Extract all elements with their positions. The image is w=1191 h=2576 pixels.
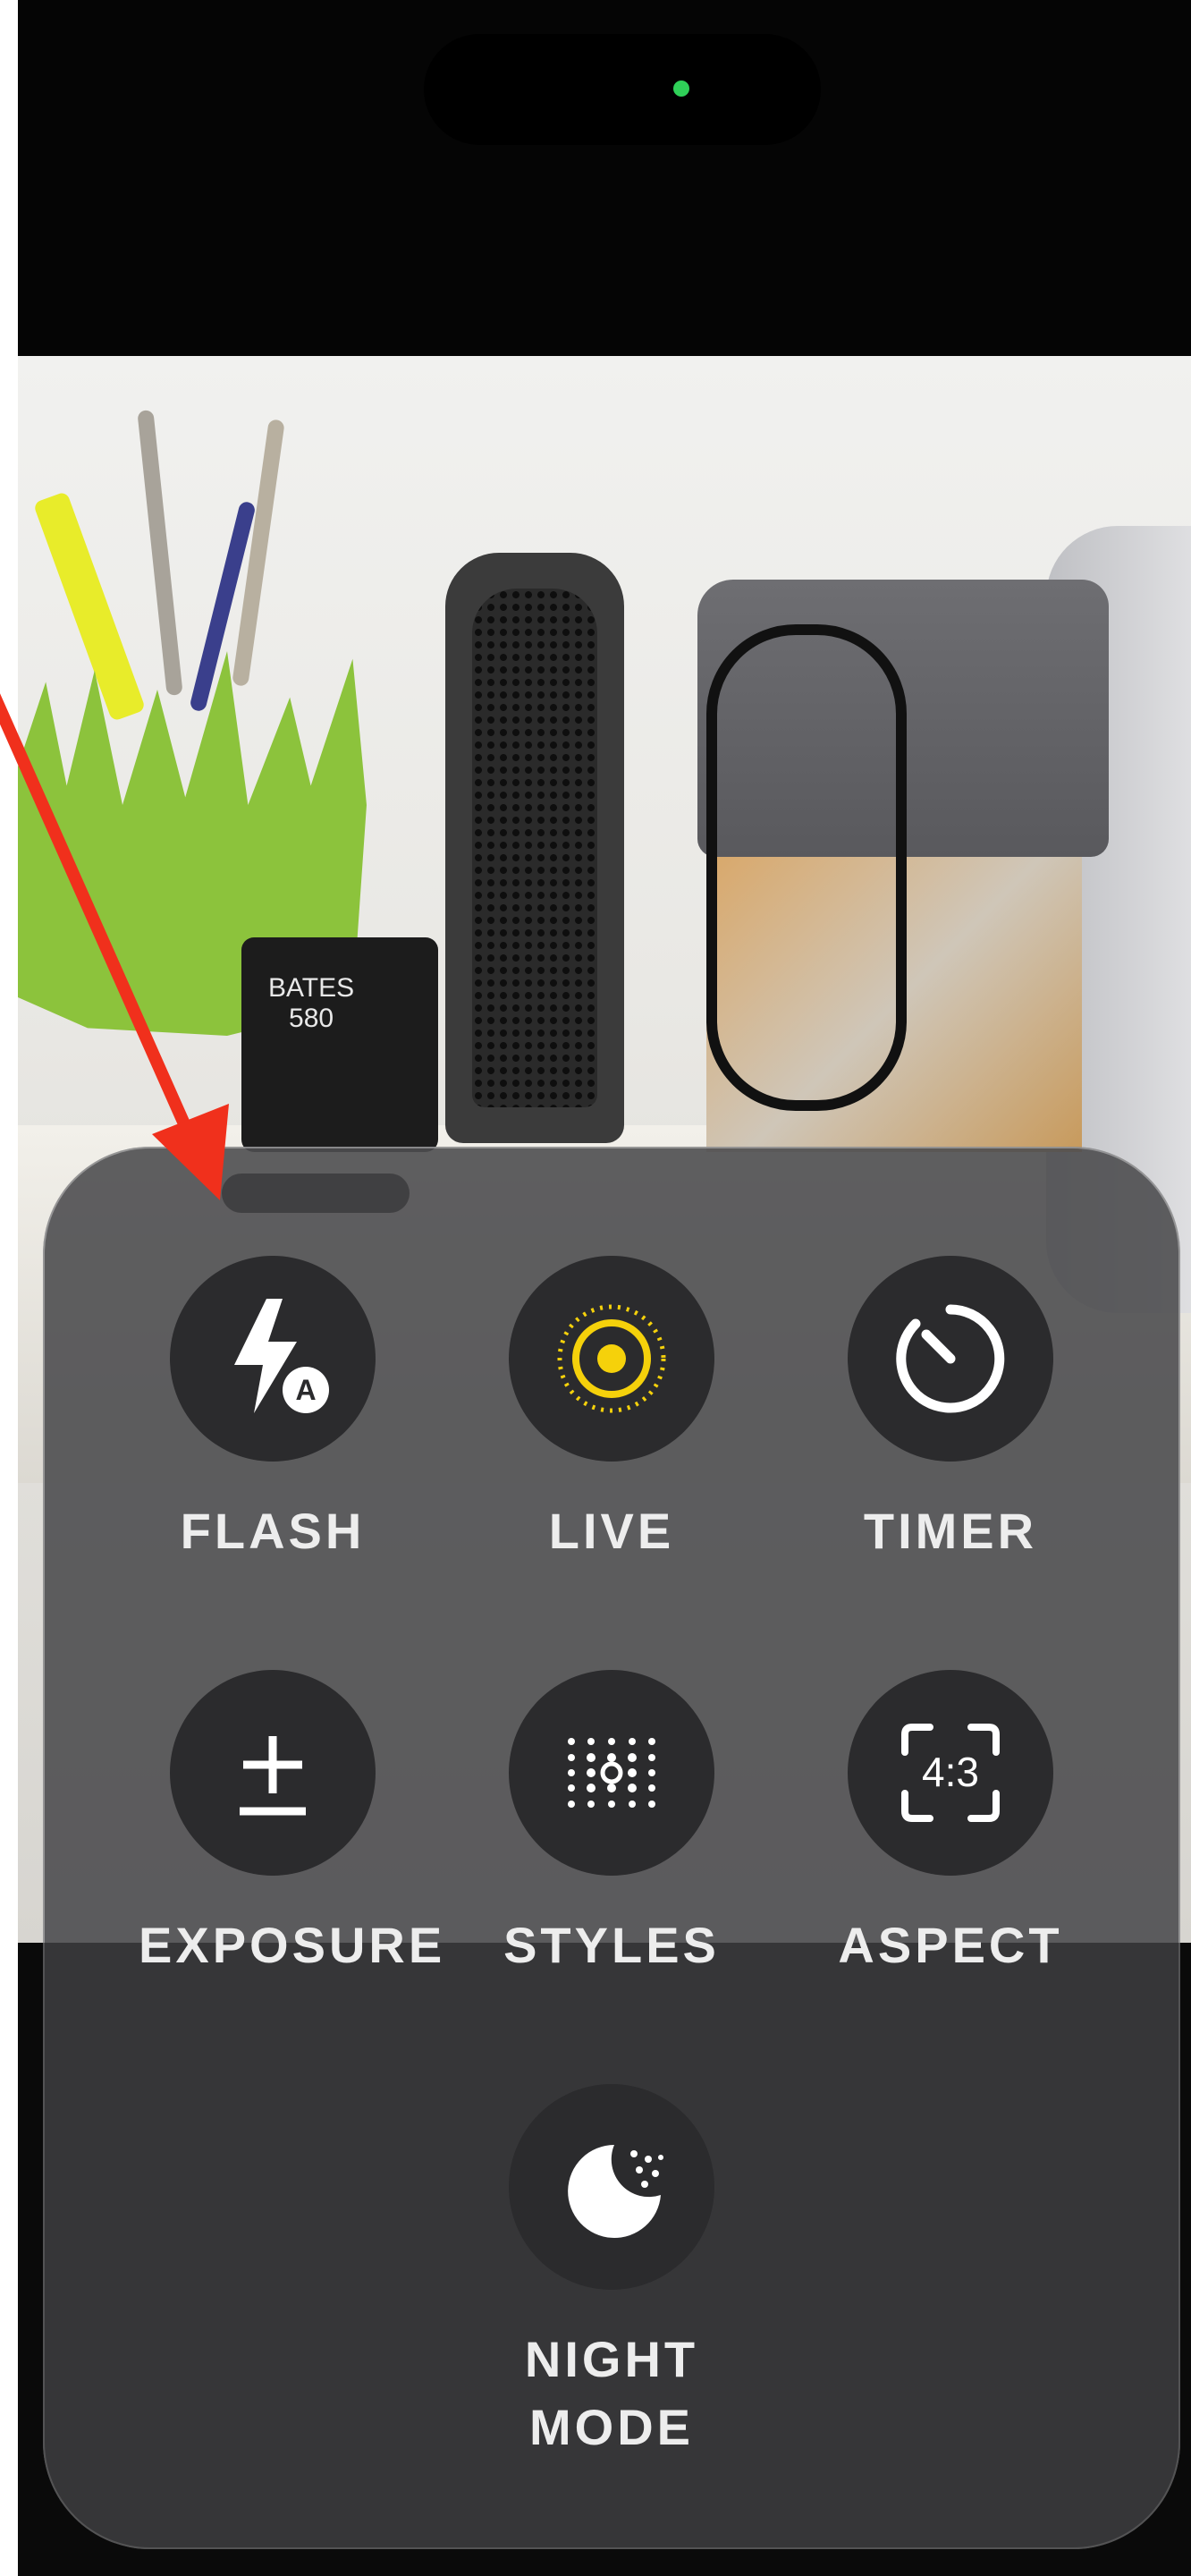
camera-in-use-indicator <box>673 80 689 97</box>
night-mode-moon-icon <box>568 2145 663 2238</box>
black-cable <box>706 624 907 1111</box>
styles-control[interactable]: STYLES <box>477 1670 746 1979</box>
highlighter <box>32 490 147 723</box>
night-mode-button[interactable] <box>509 2084 714 2290</box>
live-label: LIVE <box>548 1503 675 1559</box>
timer-label: TIMER <box>863 1503 1038 1559</box>
photographic-styles-icon <box>568 1738 655 1808</box>
camera-controls-panel: A FLASH LIVE TIMER EXPOSURE STYLES 4:3 A… <box>43 1147 1180 2549</box>
flash-label: FLASH <box>180 1503 366 1559</box>
panel-grab-handle[interactable] <box>222 1174 410 1213</box>
night-mode-control[interactable]: NIGHT MODE <box>477 2084 746 2462</box>
exposure-plus-minus-icon <box>240 1736 306 1816</box>
timer-icon <box>896 1304 1005 1413</box>
exposure-control[interactable]: EXPOSURE <box>139 1670 446 1979</box>
stapler-brand-label: BATES 580 <box>268 973 355 1033</box>
speaker-grille <box>472 589 597 1107</box>
styles-label: STYLES <box>503 1917 720 1973</box>
live-photo-icon <box>557 1304 666 1413</box>
styles-button[interactable] <box>509 1670 714 1876</box>
aspect-ratio-icon: 4:3 <box>901 1724 1000 1822</box>
exposure-button[interactable] <box>170 1670 376 1876</box>
live-control[interactable]: LIVE <box>477 1256 746 1565</box>
exposure-label: EXPOSURE <box>139 1917 446 1973</box>
top-status-area <box>18 0 1191 356</box>
svg-text:A: A <box>295 1374 316 1406</box>
night-mode-label: NIGHT MODE <box>524 2331 699 2455</box>
aspect-control[interactable]: 4:3 ASPECT <box>816 1670 1085 1979</box>
flash-button[interactable]: A <box>170 1256 376 1462</box>
dynamic-island <box>424 34 821 145</box>
aspect-button[interactable]: 4:3 <box>848 1670 1053 1876</box>
live-button[interactable] <box>509 1256 714 1462</box>
aspect-ratio-value: 4:3 <box>922 1749 979 1795</box>
pencil <box>137 409 183 697</box>
aspect-label: ASPECT <box>838 1917 1063 1973</box>
flash-control[interactable]: A FLASH <box>139 1256 407 1565</box>
stapler: BATES 580 <box>241 937 438 1152</box>
speaker <box>445 553 624 1143</box>
timer-button[interactable] <box>848 1256 1053 1462</box>
timer-control[interactable]: TIMER <box>816 1256 1085 1565</box>
flash-auto-icon: A <box>234 1299 329 1413</box>
